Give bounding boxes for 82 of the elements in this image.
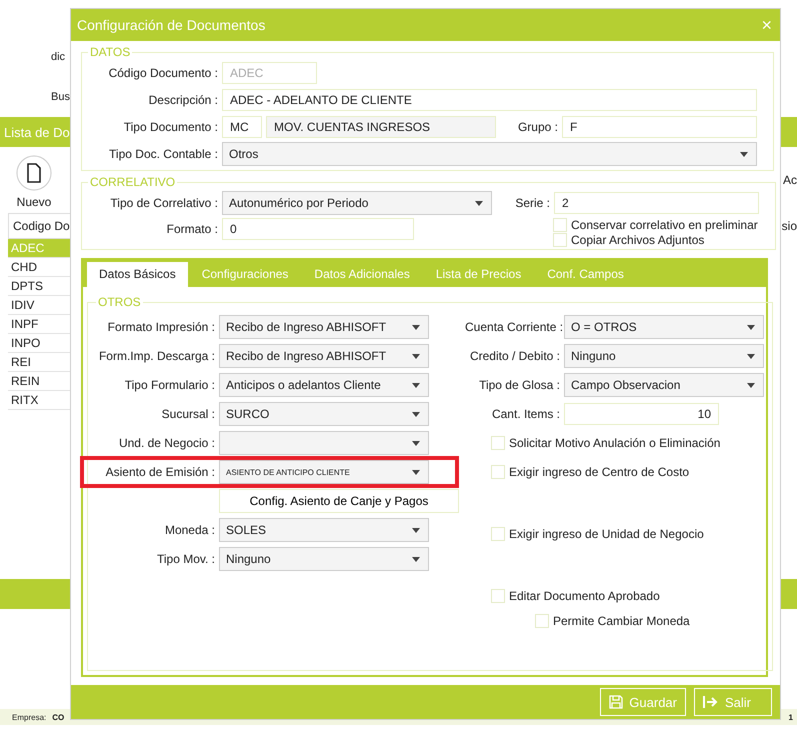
new-button[interactable]: Nuevo (14, 155, 54, 209)
field-label: Und. de Negocio : (118, 436, 215, 450)
status-value: 1 (788, 712, 793, 722)
tab[interactable]: Datos Básicos (87, 262, 188, 287)
field-label: Tipo Documento : (122, 120, 218, 134)
field-label: Cant. Items : (490, 407, 560, 421)
caret-icon (412, 440, 420, 446)
field-label: Tipo Formulario : (124, 378, 215, 392)
dropdown[interactable]: ASIENTO DE ANTICIPO CLIENTE (219, 460, 429, 484)
caret-icon (740, 152, 748, 156)
checkbox[interactable] (535, 614, 549, 628)
checkbox-label: Conservar correlativo en preliminar (571, 218, 758, 232)
dropdown[interactable]: Ninguno (219, 547, 429, 571)
checkbox-label: Exigir ingreso de Unidad de Negocio (509, 527, 704, 541)
field-label: Descripción : (148, 93, 218, 107)
dropdown[interactable]: Otros (222, 142, 757, 166)
background-label: Bus (51, 91, 70, 103)
type-code-field[interactable]: MC (222, 116, 262, 138)
status-value: CO (52, 712, 64, 722)
field-label: Credito / Debito : (468, 349, 560, 363)
caret-icon (412, 556, 420, 562)
field-label: Tipo de Glosa : (478, 378, 560, 392)
checkbox[interactable] (491, 527, 505, 541)
column-label: sio (782, 219, 797, 233)
checkbox[interactable] (491, 589, 505, 603)
dropdown[interactable]: SURCO (219, 402, 429, 426)
group-field[interactable]: F (562, 116, 757, 138)
caret-icon (475, 200, 483, 206)
dropdown[interactable]: O = OTROS (564, 315, 764, 339)
caret-icon (412, 324, 420, 330)
background-label: dic (51, 51, 66, 63)
status-label: Empresa: (12, 712, 46, 722)
checkbox-label: Permite Cambiar Moneda (553, 614, 690, 628)
field-label: Serie : (514, 196, 550, 210)
checkbox-label: Solicitar Motivo Anulación o Eliminación (509, 436, 720, 450)
description-field[interactable]: ADEC - ADELANTO DE CLIENTE (222, 89, 757, 111)
format-field[interactable]: 0 (222, 218, 414, 240)
caret-icon (747, 382, 755, 388)
window-title: Configuración de Documentos (77, 17, 266, 33)
caret-icon (412, 470, 420, 474)
section-legend: DATOS (88, 45, 132, 59)
field-label: Formato Impresión : (106, 320, 215, 334)
series-field[interactable]: 2 (554, 192, 759, 214)
checkbox[interactable] (491, 465, 505, 479)
type-name-field[interactable]: MOV. CUENTAS INGRESOS (266, 116, 496, 138)
checkbox-label: Editar Documento Aprobado (509, 589, 660, 603)
column-label: Ac (782, 173, 797, 187)
field-label: Tipo Mov. : (156, 552, 215, 566)
caret-icon (412, 354, 420, 358)
caret-icon (747, 324, 755, 330)
config-button[interactable]: Config. Asiento de Canje y Pagos (219, 489, 459, 513)
number-field[interactable]: 10 (564, 403, 719, 425)
field-label: Form.Imp. Descarga : (98, 349, 215, 363)
section-legend: OTROS (96, 295, 143, 309)
exit-icon (703, 695, 719, 709)
checkbox[interactable] (553, 233, 567, 247)
checkbox[interactable] (553, 218, 567, 232)
checkbox-label: Copiar Archivos Adjuntos (571, 233, 704, 247)
field-label: Tipo Doc. Contable : (108, 147, 218, 161)
dropdown[interactable]: Autonumérico por Periodo (222, 191, 492, 215)
dropdown[interactable] (219, 431, 429, 455)
caret-icon (412, 528, 420, 532)
checkbox-label: Exigir ingreso de Centro de Costo (509, 465, 690, 479)
dropdown[interactable]: Recibo de Ingreso ABHISOFT (219, 344, 429, 368)
field-label: Asiento de Emisión : (104, 465, 215, 479)
dropdown[interactable]: Ninguno (564, 344, 764, 368)
checkbox[interactable] (491, 436, 505, 450)
field-label: Cuenta Corriente : (465, 320, 560, 334)
dropdown[interactable]: Recibo de Ingreso ABHISOFT (219, 315, 429, 339)
section-legend: CORRELATIVO (88, 175, 178, 189)
dropdown[interactable]: Campo Observacion (564, 373, 764, 397)
field-label: Código Documento : (108, 66, 218, 80)
new-document-icon (16, 155, 52, 191)
caret-icon (747, 354, 755, 358)
field-label: Tipo de Correlativo : (109, 196, 218, 210)
field-label: Grupo : (516, 120, 558, 134)
dropdown[interactable]: Anticipos o adelantos Cliente (219, 373, 429, 397)
field-label: Sucursal : (160, 407, 215, 421)
caret-icon (412, 382, 420, 388)
dropdown[interactable]: SOLES (219, 518, 429, 542)
caret-icon (412, 412, 420, 416)
field-label: Moneda : (164, 523, 215, 537)
